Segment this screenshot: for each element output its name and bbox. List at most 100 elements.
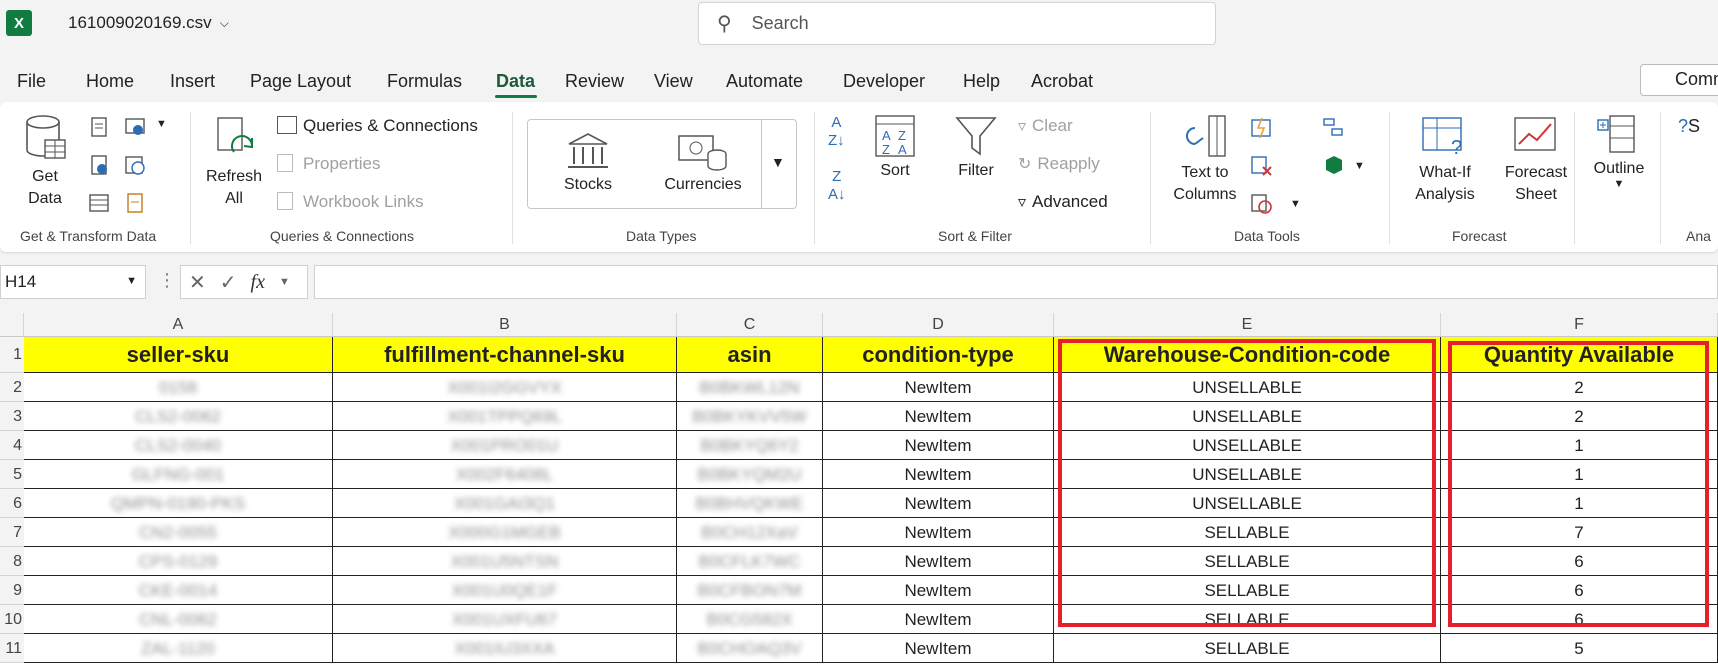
more-options-icon[interactable]: ⋮ bbox=[158, 270, 176, 291]
filter-button[interactable]: Filter bbox=[950, 114, 1002, 180]
comments-button[interactable]: Comm bbox=[1640, 64, 1718, 96]
insert-function-icon[interactable]: fx bbox=[251, 271, 265, 294]
cell-quantity-available[interactable]: 5 bbox=[1441, 634, 1718, 663]
header-cell-asin[interactable]: asin bbox=[677, 337, 823, 373]
sort-ascending-button[interactable]: A Z↓ bbox=[828, 114, 845, 150]
flash-fill-icon[interactable] bbox=[1250, 116, 1272, 138]
tab-formulas[interactable]: Formulas bbox=[387, 71, 462, 92]
advanced-button[interactable]: ▿ Advanced bbox=[1018, 192, 1108, 212]
cell-seller-sku[interactable]: CPS-0129 bbox=[24, 547, 333, 576]
cell-fulfillment-channel-sku[interactable]: X001U5NTSN bbox=[333, 547, 677, 576]
row-header[interactable]: 9 bbox=[0, 576, 24, 605]
cell-asin[interactable]: B0CH12XaV bbox=[677, 518, 823, 547]
cell-seller-sku[interactable]: CLS2-0062 bbox=[24, 402, 333, 431]
remove-duplicates-icon[interactable] bbox=[1250, 154, 1272, 176]
tab-insert[interactable]: Insert bbox=[170, 71, 215, 92]
forecast-sheet-button[interactable]: Forecast Sheet bbox=[1496, 114, 1576, 206]
queries-connections-button[interactable]: Queries & Connections bbox=[277, 116, 478, 136]
currencies-button[interactable]: Currencies bbox=[658, 132, 748, 194]
get-data-button[interactable]: Get Data bbox=[14, 114, 76, 210]
cell-fulfillment-channel-sku[interactable]: X001PRO01U bbox=[333, 431, 677, 460]
column-header-d[interactable]: D bbox=[823, 313, 1054, 337]
from-table-icon[interactable] bbox=[88, 192, 110, 214]
cell-asin[interactable]: B0CHOAQ3V bbox=[677, 634, 823, 663]
refresh-all-button[interactable]: Refresh All bbox=[200, 116, 268, 210]
cell-condition-type[interactable]: NewItem bbox=[823, 605, 1054, 634]
from-web-icon[interactable] bbox=[88, 154, 110, 176]
row-header[interactable]: 7 bbox=[0, 518, 24, 547]
gallery-expand-icon[interactable]: ▼ bbox=[771, 154, 785, 170]
row-header[interactable]: 5 bbox=[0, 460, 24, 489]
row-header[interactable]: 1 bbox=[0, 337, 24, 373]
data-validation-icon[interactable] bbox=[1250, 192, 1272, 214]
cell-fulfillment-channel-sku[interactable]: X001I2GGVYX bbox=[333, 373, 677, 402]
header-cell-fulfillment-channel-sku[interactable]: fulfillment-channel-sku bbox=[333, 337, 677, 373]
cell-condition-type[interactable]: NewItem bbox=[823, 460, 1054, 489]
chevron-down-icon[interactable]: ▼ bbox=[1290, 198, 1301, 210]
cell-asin[interactable]: B0BHVQKWE bbox=[677, 489, 823, 518]
consolidate-icon[interactable] bbox=[1322, 116, 1344, 138]
column-header-e[interactable]: E bbox=[1054, 313, 1441, 337]
recent-sources-icon[interactable] bbox=[124, 154, 146, 176]
cell-seller-sku[interactable]: CKE-0014 bbox=[24, 576, 333, 605]
select-all-corner[interactable] bbox=[0, 313, 24, 337]
tab-developer[interactable]: Developer bbox=[843, 71, 925, 92]
from-picture-icon[interactable] bbox=[124, 116, 146, 138]
cancel-icon[interactable]: ✕ bbox=[189, 270, 206, 295]
data-model-icon[interactable] bbox=[1322, 154, 1344, 176]
cell-condition-type[interactable]: NewItem bbox=[823, 547, 1054, 576]
sort-descending-button[interactable]: Z A↓ bbox=[828, 168, 846, 204]
row-header[interactable]: 3 bbox=[0, 402, 24, 431]
from-text-icon[interactable] bbox=[88, 116, 110, 138]
cell-seller-sku[interactable]: ZAL-1120 bbox=[24, 634, 333, 663]
row-header[interactable]: 4 bbox=[0, 431, 24, 460]
reapply-button[interactable]: ↻ Reapply bbox=[1018, 154, 1100, 174]
name-box[interactable]: H14 ▼ bbox=[0, 265, 146, 299]
tab-help[interactable]: Help bbox=[963, 71, 1000, 92]
cell-asin[interactable]: B0BKYKVV5W bbox=[677, 402, 823, 431]
text-to-columns-button[interactable]: Text to Columns bbox=[1168, 114, 1242, 206]
cell-condition-type[interactable]: NewItem bbox=[823, 431, 1054, 460]
cell-asin[interactable]: B0BKYQM2U bbox=[677, 460, 823, 489]
cell-condition-type[interactable]: NewItem bbox=[823, 373, 1054, 402]
cell-fulfillment-channel-sku[interactable]: X000G1MGEB bbox=[333, 518, 677, 547]
workbook-links-button[interactable]: Workbook Links bbox=[277, 192, 424, 212]
row-header[interactable]: 10 bbox=[0, 605, 24, 634]
tab-view[interactable]: View bbox=[654, 71, 693, 92]
tab-data[interactable]: Data bbox=[496, 71, 535, 92]
cell-asin[interactable]: B0BKYQ6Y2 bbox=[677, 431, 823, 460]
column-header-f[interactable]: F bbox=[1441, 313, 1718, 337]
cell-condition-type[interactable]: NewItem bbox=[823, 402, 1054, 431]
cell-seller-sku[interactable]: GLFNG-001 bbox=[24, 460, 333, 489]
tab-automate[interactable]: Automate bbox=[726, 71, 803, 92]
row-header[interactable]: 11 bbox=[0, 634, 24, 663]
row-header[interactable]: 8 bbox=[0, 547, 24, 576]
cell-condition-type[interactable]: NewItem bbox=[823, 489, 1054, 518]
sort-button[interactable]: AZZA Sort bbox=[870, 114, 920, 180]
header-cell-condition-type[interactable]: condition-type bbox=[823, 337, 1054, 373]
tab-file[interactable]: File bbox=[17, 71, 46, 92]
cell-asin[interactable]: B0BKWL12N bbox=[677, 373, 823, 402]
row-header[interactable]: 6 bbox=[0, 489, 24, 518]
cell-warehouse-condition-code[interactable]: SELLABLE bbox=[1054, 634, 1441, 663]
cell-fulfillment-channel-sku[interactable]: X002F6408L bbox=[333, 460, 677, 489]
cell-asin[interactable]: B0CG582X bbox=[677, 605, 823, 634]
cell-fulfillment-channel-sku[interactable]: X001IU3XXA bbox=[333, 634, 677, 663]
chevron-down-icon[interactable]: ▼ bbox=[156, 118, 167, 130]
enter-icon[interactable]: ✓ bbox=[220, 270, 237, 295]
cell-fulfillment-channel-sku[interactable]: X001U0QE1F bbox=[333, 576, 677, 605]
existing-connections-icon[interactable] bbox=[124, 192, 146, 214]
header-cell-seller-sku[interactable]: seller-sku bbox=[24, 337, 333, 373]
solver-icon[interactable]: ?S bbox=[1678, 116, 1700, 137]
cell-fulfillment-channel-sku[interactable]: X001GAI3Q1 bbox=[333, 489, 677, 518]
cell-condition-type[interactable]: NewItem bbox=[823, 518, 1054, 547]
cell-seller-sku[interactable]: 0158 bbox=[24, 373, 333, 402]
cell-fulfillment-channel-sku[interactable]: X001TPPQ69L bbox=[333, 402, 677, 431]
column-header-a[interactable]: A bbox=[24, 313, 333, 337]
tab-home[interactable]: Home bbox=[86, 71, 134, 92]
search-box[interactable]: ⚲ Search bbox=[698, 2, 1216, 45]
cell-seller-sku[interactable]: CNL-0062 bbox=[24, 605, 333, 634]
what-if-analysis-button[interactable]: ? What-If Analysis bbox=[1398, 114, 1492, 206]
file-name-dropdown[interactable]: 161009020169.csv ⌵ bbox=[68, 13, 229, 33]
column-header-c[interactable]: C bbox=[677, 313, 823, 337]
